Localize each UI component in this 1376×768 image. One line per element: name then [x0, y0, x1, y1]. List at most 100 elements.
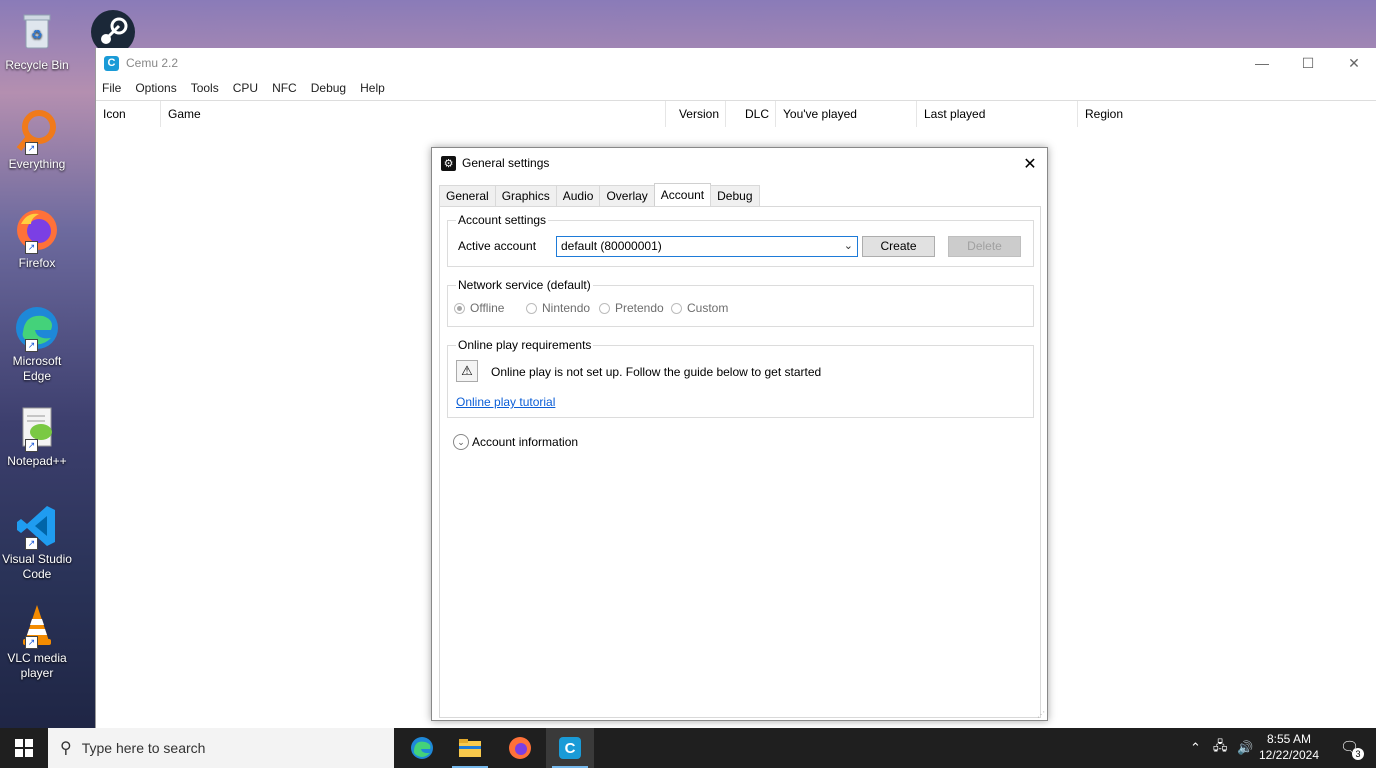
taskbar-search-box[interactable]: ⚲ Type here to search — [48, 728, 394, 768]
online-play-tutorial-link[interactable]: Online play tutorial — [456, 395, 555, 409]
menu-help[interactable]: Help — [360, 81, 385, 95]
vlc-icon: ↗ — [13, 601, 61, 649]
desktop-icon-notepadpp[interactable]: ↗ Notepad++ — [0, 404, 74, 469]
account-information-label: Account information — [472, 435, 579, 449]
network-service-group: Network service (default) Offline Ninten… — [447, 278, 1034, 327]
create-button[interactable]: Create — [862, 236, 935, 257]
online-play-message: Online play is not set up. Follow the gu… — [491, 365, 822, 379]
menu-options[interactable]: Options — [135, 81, 176, 95]
volume-icon[interactable]: 🔊 — [1237, 740, 1253, 756]
tab-account[interactable]: Account — [653, 183, 712, 206]
radio-nintendo[interactable]: Nintendo — [526, 301, 590, 315]
tab-graphics[interactable]: Graphics — [494, 185, 557, 206]
network-service-legend: Network service (default) — [456, 278, 593, 292]
taskbar-file-explorer[interactable] — [446, 728, 494, 768]
radio-label: Custom — [687, 301, 729, 315]
settings-tabs: General Graphics Audio Overlay Account D… — [439, 183, 760, 206]
tab-debug[interactable]: Debug — [710, 185, 760, 206]
tab-general[interactable]: General — [439, 185, 496, 206]
vscode-icon: ↗ — [13, 502, 61, 550]
cemu-titlebar[interactable]: C Cemu 2.2 — ☐ ✕ — [96, 48, 1376, 78]
desktop-icon-label: Notepad++ — [7, 454, 67, 468]
menu-cpu[interactable]: CPU — [233, 81, 258, 95]
desktop-icon-vscode[interactable]: ↗ Visual Studio Code — [0, 502, 74, 582]
radio-unselected-icon — [599, 302, 610, 314]
desktop-icon-label: Everything — [8, 157, 66, 171]
warning-icon: ⚠ — [456, 360, 478, 382]
notification-badge: 3 — [1352, 748, 1364, 760]
taskbar-cemu[interactable]: C — [546, 728, 594, 768]
radio-offline[interactable]: Offline — [454, 301, 504, 315]
column-last-played[interactable]: Last played — [917, 101, 1078, 127]
shortcut-arrow-icon: ↗ — [25, 537, 38, 550]
notepadpp-icon: ↗ — [13, 404, 61, 452]
column-game[interactable]: Game — [161, 101, 666, 127]
dialog-titlebar[interactable]: ⚙ General settings ✕ — [432, 148, 1047, 178]
minimize-button[interactable]: — — [1239, 48, 1285, 78]
active-account-dropdown[interactable]: default (80000001) ⌄ — [556, 236, 858, 257]
online-play-group: Online play requirements ⚠ Online play i… — [447, 338, 1034, 418]
cemu-menubar: File Options Tools CPU NFC Debug Help — [96, 78, 1376, 98]
shortcut-arrow-icon: ↗ — [25, 636, 38, 649]
radio-label: Offline — [470, 301, 505, 315]
active-account-label: Active account — [458, 239, 537, 253]
maximize-button[interactable]: ☐ — [1285, 48, 1331, 78]
tab-audio[interactable]: Audio — [555, 185, 601, 206]
general-settings-dialog: ⚙ General settings ✕ General Graphics Au… — [431, 147, 1048, 721]
radio-pretendo[interactable]: Pretendo — [599, 301, 664, 315]
desktop-icon-label: Firefox — [18, 256, 56, 270]
tab-overlay[interactable]: Overlay — [599, 185, 655, 206]
cemu-icon: C — [559, 737, 581, 759]
resize-grip-icon[interactable]: ⋰ — [1037, 710, 1045, 719]
edge-icon — [411, 737, 433, 759]
firefox-icon: ↗ — [13, 206, 61, 254]
dialog-close-icon[interactable]: ✕ — [1021, 154, 1039, 174]
desktop-icon-edge[interactable]: ↗ Microsoft Edge — [0, 304, 74, 384]
column-version[interactable]: Version — [666, 101, 726, 127]
desktop-icon-everything[interactable]: ↗ Everything — [0, 107, 74, 172]
svg-text:♻: ♻ — [31, 27, 43, 42]
account-settings-group: Account settings Active account default … — [447, 213, 1034, 267]
recycle-bin-icon: ♻ — [13, 8, 61, 56]
account-information-expander[interactable]: ⌄ Account information — [453, 434, 578, 450]
start-button[interactable] — [0, 728, 48, 768]
radio-unselected-icon — [671, 302, 682, 314]
folder-icon — [459, 739, 481, 757]
shortcut-arrow-icon: ↗ — [25, 142, 38, 155]
cemu-title: Cemu 2.2 — [126, 56, 179, 70]
menu-file[interactable]: File — [102, 81, 121, 95]
taskbar-firefox[interactable] — [496, 728, 544, 768]
shortcut-arrow-icon: ↗ — [25, 439, 38, 452]
desktop-icon-recycle-bin[interactable]: ♻ Recycle Bin — [0, 8, 74, 73]
network-icon[interactable]: 🖧 — [1213, 737, 1228, 759]
column-region[interactable]: Region — [1078, 101, 1278, 127]
everything-icon: ↗ — [13, 107, 61, 155]
column-dlc[interactable]: DLC — [726, 101, 776, 127]
radio-selected-icon — [454, 302, 465, 314]
close-button[interactable]: ✕ — [1331, 48, 1376, 78]
online-play-legend: Online play requirements — [456, 338, 594, 352]
chevron-up-icon[interactable]: ⌃ — [1190, 740, 1201, 756]
desktop-icon-label: Recycle Bin — [5, 58, 69, 72]
delete-button[interactable]: Delete — [948, 236, 1021, 257]
game-list-header: Icon Game Version DLC You've played Last… — [96, 100, 1376, 128]
search-placeholder: Type here to search — [81, 740, 206, 756]
column-icon[interactable]: Icon — [96, 101, 161, 127]
desktop-icon-label: Microsoft Edge — [12, 354, 62, 383]
notification-center-icon[interactable]: 🗨 3 — [1340, 738, 1364, 760]
chevron-down-icon: ⌄ — [843, 240, 853, 252]
desktop-icon-vlc[interactable]: ↗ VLC media player — [0, 601, 74, 681]
taskbar-edge[interactable] — [398, 728, 446, 768]
gear-icon: ⚙ — [441, 155, 456, 171]
column-youve-played[interactable]: You've played — [776, 101, 917, 127]
radio-label: Nintendo — [542, 301, 591, 315]
account-tab-panel: Account settings Active account default … — [439, 206, 1041, 718]
taskbar-clock[interactable]: 8:55 AM 12/22/2024 — [1254, 731, 1324, 763]
menu-debug[interactable]: Debug — [311, 81, 346, 95]
desktop-icon-firefox[interactable]: ↗ Firefox — [0, 206, 74, 271]
windows-logo-icon — [15, 739, 33, 757]
radio-custom[interactable]: Custom — [671, 301, 728, 315]
menu-nfc[interactable]: NFC — [272, 81, 297, 95]
edge-icon: ↗ — [13, 304, 61, 352]
menu-tools[interactable]: Tools — [191, 81, 219, 95]
